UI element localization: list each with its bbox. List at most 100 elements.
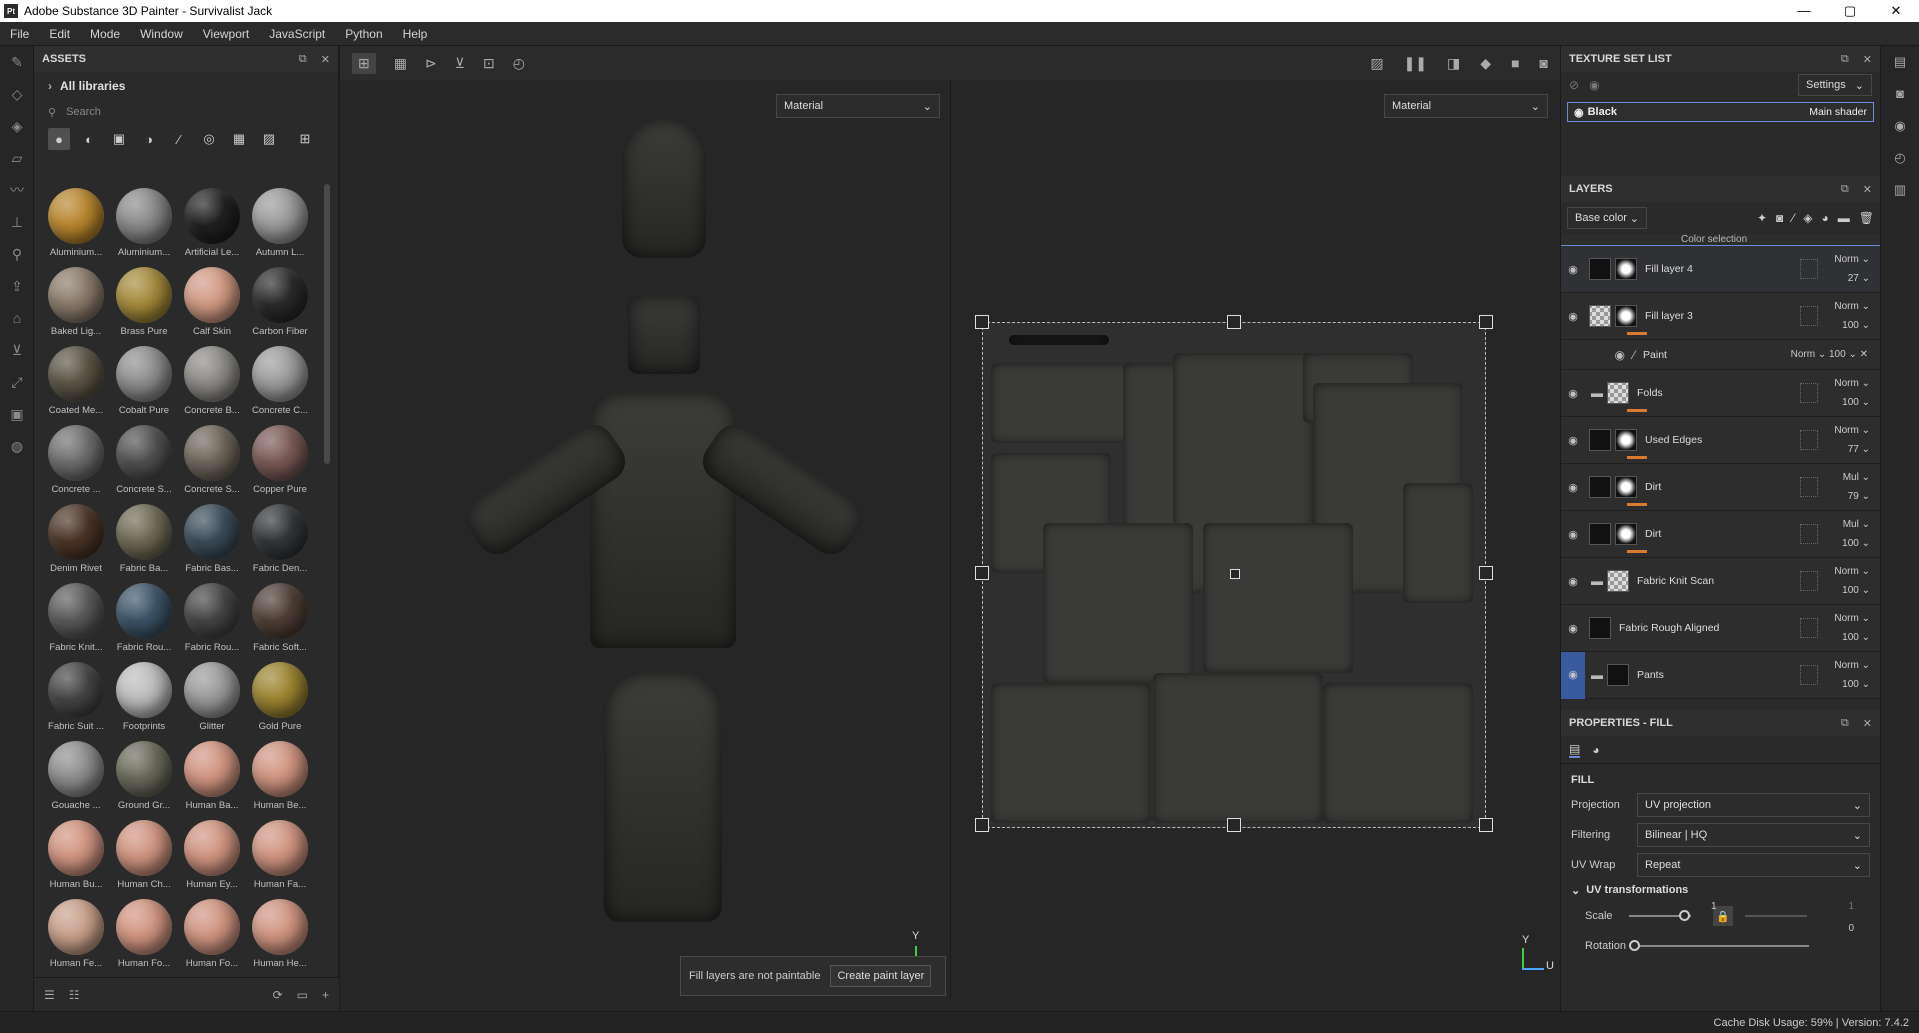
particles-filter-icon[interactable]: ◎	[198, 128, 220, 150]
layer-opacity[interactable]: 79	[1848, 491, 1859, 502]
close-panel-icon[interactable]: ✕	[1863, 183, 1872, 196]
channel-dropdown[interactable]: Base color ⌄	[1567, 207, 1647, 229]
layer-row[interactable]: ◉ ▬ Pants Norm ⌄ 100 ⌄	[1561, 651, 1880, 699]
clone-stamp-icon[interactable]: ⊥	[0, 206, 34, 238]
handle-left[interactable]	[975, 566, 989, 580]
asset-thumbnail[interactable]: Calf Skin	[178, 263, 246, 341]
add-smart-material-icon[interactable]: ◕	[1822, 211, 1829, 225]
uv-transformations-header[interactable]: ⌄ UV transformations	[1561, 880, 1880, 901]
menu-edit[interactable]: Edit	[39, 27, 80, 41]
generators-filter-icon[interactable]: ◑	[138, 128, 160, 150]
camera-icon[interactable]: ■	[1511, 55, 1519, 72]
menu-help[interactable]: Help	[393, 27, 438, 41]
rotation-value[interactable]: 0	[1848, 923, 1854, 934]
layer-row[interactable]: ◉ ▬ Fabric Knit Scan Norm ⌄ 100 ⌄	[1561, 558, 1880, 605]
asset-thumbnail[interactable]: Gouache ...	[42, 737, 110, 815]
eye-icon[interactable]: ◉	[1561, 348, 1625, 362]
baker-icon[interactable]: ▣	[0, 398, 34, 430]
polygon-fill-icon[interactable]: ▱	[0, 142, 34, 174]
asset-thumbnail[interactable]: Gold Pure	[246, 658, 314, 736]
scale-slider-handle[interactable]	[1679, 910, 1690, 921]
sublayer-blend[interactable]: Norm	[1791, 349, 1815, 360]
blend-mode[interactable]: Norm	[1834, 566, 1858, 577]
asset-thumbnail[interactable]: Concrete S...	[110, 421, 178, 499]
maximize-button[interactable]: ▢	[1827, 3, 1873, 19]
asset-thumbnail[interactable]: Fabric Bas...	[178, 500, 246, 578]
add-fill-layer-icon[interactable]: ◈	[1803, 211, 1812, 225]
menu-python[interactable]: Python	[335, 27, 392, 41]
textures-filter-icon[interactable]: ▦	[228, 128, 250, 150]
link-icon[interactable]: ⊘	[1569, 78, 1579, 92]
layer-opacity[interactable]: 100	[1842, 679, 1859, 690]
scale-slider-2[interactable]	[1745, 915, 1807, 917]
layer-name[interactable]: Fabric Knit Scan	[1637, 575, 1800, 587]
asset-thumbnail[interactable]: Fabric Suit ...	[42, 658, 110, 736]
scale-value-2[interactable]: 1	[1848, 901, 1854, 912]
layer-name[interactable]: Dirt	[1645, 528, 1800, 540]
left-viewport-mode[interactable]: Material ⌄	[776, 94, 940, 118]
layer-name[interactable]: Fill layer 3	[1645, 310, 1800, 322]
menu-mode[interactable]: Mode	[80, 27, 130, 41]
right-viewport-mode[interactable]: Material ⌄	[1384, 94, 1548, 118]
layer-opacity[interactable]: 100	[1842, 320, 1859, 331]
add-mask-icon[interactable]: ◙	[1776, 211, 1783, 225]
brushes-filter-icon[interactable]: ⁄	[168, 128, 190, 150]
screenshot-icon[interactable]: ◙	[1540, 55, 1548, 72]
mask-thumbnail[interactable]	[1615, 476, 1637, 498]
asset-thumbnail[interactable]: Human Be...	[246, 737, 314, 815]
materials-filter-icon[interactable]: ●	[48, 128, 70, 150]
asset-thumbnail[interactable]: Fabric Knit...	[42, 579, 110, 657]
eye-icon[interactable]: ◉	[1561, 387, 1585, 400]
log-icon[interactable]: ▥	[1881, 174, 1919, 206]
uvwrap-dropdown[interactable]: Repeat ⌄	[1637, 853, 1870, 877]
texture-set-settings-icon[interactable]: ◙	[1881, 78, 1919, 110]
pause-icon[interactable]: ❚❚	[1404, 55, 1427, 72]
handle-bottom[interactable]	[1227, 818, 1241, 832]
eye-icon[interactable]: ◉	[1574, 106, 1584, 119]
environments-filter-icon[interactable]: ▨	[258, 128, 280, 150]
asset-thumbnail[interactable]: Baked Lig...	[42, 263, 110, 341]
layer-name[interactable]: Folds	[1637, 387, 1800, 399]
paint-brush-icon[interactable]: ✎	[0, 46, 34, 78]
projection-icon[interactable]: ◈	[0, 110, 34, 142]
masks-filter-icon[interactable]: ▣	[108, 128, 130, 150]
float-panel-icon[interactable]: ⧉	[1841, 53, 1849, 66]
close-panel-icon[interactable]: ✕	[321, 53, 330, 66]
asset-thumbnail[interactable]: Brass Pure	[110, 263, 178, 341]
list-view-icon[interactable]: ☰	[44, 988, 55, 1002]
asset-search[interactable]: ⚲ Search	[34, 100, 338, 124]
smart-materials-filter-icon[interactable]: ◐	[78, 128, 100, 150]
eye-icon[interactable]: ◉	[1561, 651, 1585, 699]
asset-thumbnail[interactable]: Human He...	[246, 895, 314, 973]
handle-center[interactable]	[1230, 569, 1240, 579]
layer-name[interactable]: Pants	[1637, 669, 1800, 681]
menu-viewport[interactable]: Viewport	[193, 27, 259, 41]
search-input[interactable]: Search	[66, 106, 101, 118]
layer-row[interactable]: ◉ Used Edges Norm ⌄ 77 ⌄	[1561, 417, 1880, 464]
grid-view-icon[interactable]: ⊞	[294, 128, 316, 150]
add-effect-icon[interactable]: ✦	[1757, 211, 1767, 225]
eye-icon[interactable]: ◉	[1561, 575, 1585, 588]
layer-opacity[interactable]: 100	[1842, 538, 1859, 549]
history-icon[interactable]: ◴	[1881, 142, 1919, 174]
float-panel-icon[interactable]: ⧉	[1841, 717, 1849, 730]
layer-opacity[interactable]: 100	[1842, 632, 1859, 643]
eye-icon[interactable]: ◉	[1561, 310, 1585, 323]
close-panel-icon[interactable]: ✕	[1863, 53, 1872, 66]
asset-thumbnail[interactable]: Fabric Rou...	[110, 579, 178, 657]
layer-row[interactable]: ◉ Fill layer 3 Norm ⌄ 100 ⌄	[1561, 293, 1880, 340]
menu-window[interactable]: Window	[130, 27, 193, 41]
eye-icon[interactable]: ◉	[1561, 622, 1585, 635]
add-icon[interactable]: +	[322, 988, 329, 1002]
material-tab-icon[interactable]: ◕	[1592, 743, 1599, 757]
layout-3d-2d-icon[interactable]: ⊞	[352, 52, 376, 74]
assets-scrollbar[interactable]	[324, 184, 330, 464]
layer-name[interactable]: Used Edges	[1645, 434, 1800, 446]
asset-thumbnail[interactable]: Human Fa...	[246, 816, 314, 894]
texture-set-list-icon[interactable]: ▤	[1881, 46, 1919, 78]
folder-icon[interactable]: ▭	[297, 988, 308, 1002]
asset-thumbnail[interactable]: Cobalt Pure	[110, 342, 178, 420]
eye-icon[interactable]: ◉	[1561, 263, 1585, 276]
asset-thumbnail[interactable]: Fabric Rou...	[178, 579, 246, 657]
handle-bottom-right[interactable]	[1479, 818, 1493, 832]
